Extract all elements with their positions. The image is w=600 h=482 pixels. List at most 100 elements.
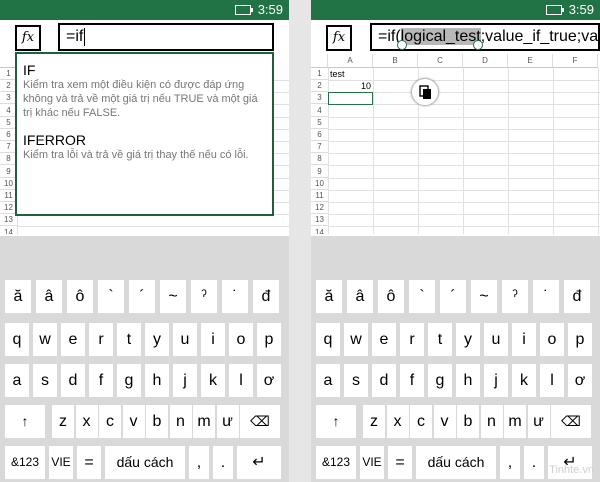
selected-cell[interactable] [328, 92, 373, 106]
function-button[interactable]: fx [15, 25, 41, 51]
column-header[interactable]: D [463, 54, 508, 68]
key-k[interactable]: k [512, 364, 536, 397]
key-w[interactable]: w [344, 323, 368, 356]
key-t[interactable]: t [117, 323, 141, 356]
key-ˀ[interactable]: ˀ [191, 280, 217, 313]
key-~[interactable]: ~ [471, 280, 497, 313]
key-e[interactable]: e [372, 323, 396, 356]
key-c[interactable]: c [410, 405, 432, 438]
key-l[interactable]: l [540, 364, 564, 397]
row-header[interactable]: 14 [0, 227, 17, 234]
suggestion-item-if[interactable]: IF Kiểm tra xem một điều kiện có được đá… [23, 62, 262, 120]
key-e[interactable]: e [61, 323, 85, 356]
space-key[interactable]: dấu cách [105, 446, 185, 479]
key-u[interactable]: u [173, 323, 197, 356]
key-â[interactable]: â [36, 280, 62, 313]
key-v[interactable]: v [122, 405, 145, 438]
key-ˀ[interactable]: ˀ [502, 280, 528, 313]
key-f[interactable]: f [400, 364, 424, 397]
row-header[interactable]: 13 [311, 214, 328, 227]
key-n[interactable]: n [169, 405, 192, 438]
shift-key[interactable]: ↑ [316, 405, 356, 438]
row-header[interactable]: 7 [311, 141, 328, 154]
key-u[interactable]: u [484, 323, 508, 356]
column-header[interactable]: F [553, 54, 598, 68]
key-g[interactable]: g [117, 364, 141, 397]
key-h[interactable]: h [145, 364, 169, 397]
key-i[interactable]: i [201, 323, 225, 356]
key-period[interactable]: . [213, 446, 233, 479]
row-header[interactable]: 4 [311, 105, 328, 117]
row-header[interactable]: 1 [311, 68, 328, 80]
key-k[interactable]: k [201, 364, 225, 397]
key-˙[interactable]: ˙ [533, 280, 559, 313]
key-m[interactable]: m [504, 405, 526, 438]
key-d[interactable]: d [372, 364, 396, 397]
key-comma[interactable]: , [500, 446, 520, 479]
key-l[interactable]: l [229, 364, 253, 397]
key-q[interactable]: q [5, 323, 29, 356]
shift-key[interactable]: ↑ [5, 405, 45, 438]
key-ơ[interactable]: ơ [257, 364, 281, 397]
suggestion-item-iferror[interactable]: IFERROR Kiểm tra lỗi và trả về giá trị t… [23, 132, 262, 162]
key-c[interactable]: c [99, 405, 121, 438]
key-˙[interactable]: ˙ [222, 280, 248, 313]
key-a[interactable]: a [5, 364, 29, 397]
cell-a1[interactable]: test [330, 68, 345, 80]
key-y[interactable]: y [456, 323, 480, 356]
copy-button[interactable] [411, 78, 439, 106]
key-s[interactable]: s [33, 364, 57, 397]
key-g[interactable]: g [428, 364, 452, 397]
key-j[interactable]: j [484, 364, 508, 397]
formula-selected-argument[interactable]: logical_test [400, 28, 481, 45]
formula-bar[interactable]: =if [58, 23, 274, 51]
row-header[interactable]: 9 [311, 166, 328, 178]
key-y[interactable]: y [145, 323, 169, 356]
row-header[interactable]: 13 [0, 214, 17, 227]
key-comma[interactable]: , [189, 446, 209, 479]
key-v[interactable]: v [433, 405, 456, 438]
key-đ[interactable]: đ [564, 280, 590, 313]
key-s[interactable]: s [344, 364, 368, 397]
row-header[interactable]: 5 [311, 117, 328, 129]
row-header[interactable]: 10 [311, 178, 328, 190]
key-o[interactable]: o [229, 323, 253, 356]
backspace-key[interactable]: ⌫ [240, 405, 280, 438]
key-j[interactable]: j [173, 364, 197, 397]
key-f[interactable]: f [89, 364, 113, 397]
row-header[interactable]: 14 [311, 227, 328, 234]
key-m[interactable]: m [193, 405, 215, 438]
enter-key[interactable]: ↵ [237, 446, 281, 479]
key-equals[interactable]: = [388, 446, 412, 479]
key-p[interactable]: p [257, 323, 281, 356]
key-p[interactable]: p [568, 323, 592, 356]
spreadsheet-grid[interactable]: A B C D E F 1 2 3 4 5 6 7 8 9 10 11 12 13 14 test 10 [311, 54, 600, 234]
space-key[interactable]: dấu cách [416, 446, 496, 479]
column-header[interactable]: B [373, 54, 418, 68]
key-r[interactable]: r [89, 323, 113, 356]
key-´[interactable]: ´ [440, 280, 466, 313]
column-header[interactable]: C [418, 54, 463, 68]
row-header[interactable]: 2 [311, 80, 328, 93]
selection-end-handle[interactable] [473, 40, 483, 50]
language-key[interactable]: VIE [49, 446, 73, 479]
row-header[interactable]: 12 [311, 202, 328, 215]
row-header[interactable]: 3 [311, 92, 328, 105]
numbers-key[interactable]: &123 [316, 446, 356, 479]
key-ư[interactable]: ư [527, 405, 550, 438]
key-period[interactable]: . [524, 446, 544, 479]
key-h[interactable]: h [456, 364, 480, 397]
column-header[interactable]: E [508, 54, 553, 68]
row-header[interactable]: 6 [311, 129, 328, 141]
key-â[interactable]: â [347, 280, 373, 313]
key-`[interactable]: ` [98, 280, 124, 313]
key-q[interactable]: q [316, 323, 340, 356]
key-´[interactable]: ´ [129, 280, 155, 313]
key-~[interactable]: ~ [160, 280, 186, 313]
key-b[interactable]: b [457, 405, 479, 438]
key-đ[interactable]: đ [253, 280, 279, 313]
numbers-key[interactable]: &123 [5, 446, 45, 479]
language-key[interactable]: VIE [360, 446, 384, 479]
cell-a2[interactable]: 10 [328, 80, 371, 92]
key-ô[interactable]: ô [378, 280, 404, 313]
